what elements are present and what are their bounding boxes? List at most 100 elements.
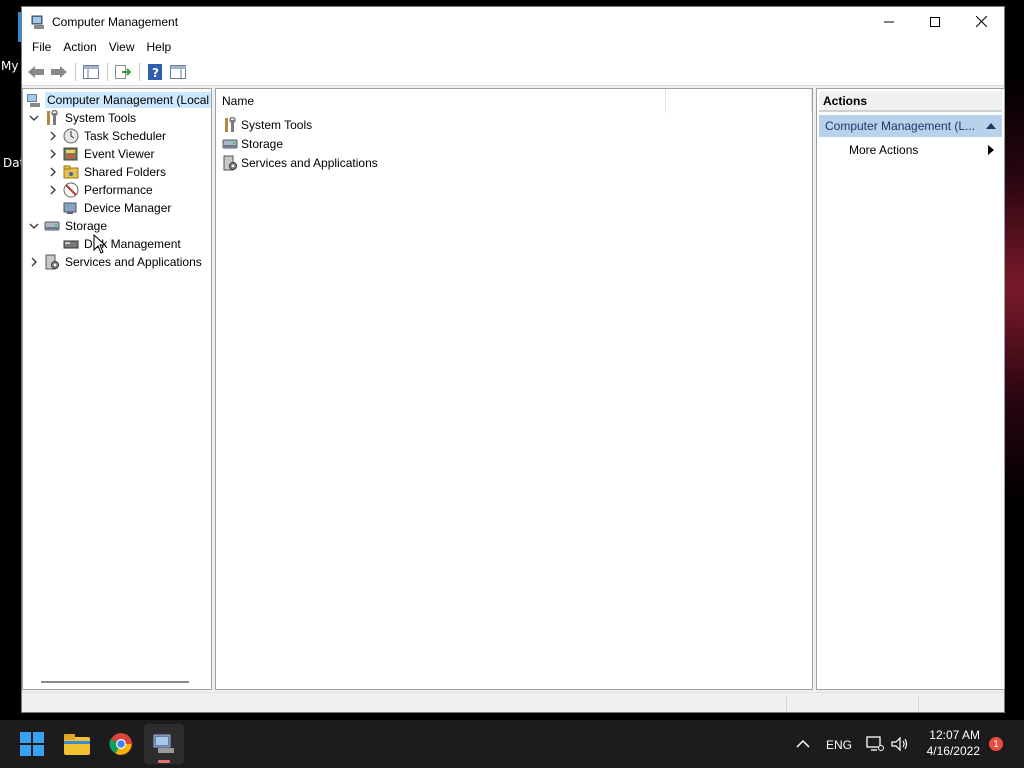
window-title: Computer Management [52,14,179,29]
network-icon[interactable] [866,736,884,752]
language-indicator[interactable]: ENG [826,738,852,752]
taskbar-chrome[interactable] [101,724,141,764]
tree-label: Device Manager [84,201,172,215]
computer-management-window: Computer Management File Action View Hel… [21,6,1005,713]
computer-management-icon [26,92,42,108]
tree-item-performance[interactable]: Performance [47,181,155,199]
start-button[interactable] [12,724,52,764]
tree-item-shared-folders[interactable]: Shared Folders [47,163,168,181]
collapsed-chevron-icon[interactable] [47,148,59,160]
collapse-up-icon[interactable] [986,122,996,129]
file-explorer-icon [64,734,90,755]
column-header-empty[interactable] [666,89,812,113]
collapsed-chevron-icon[interactable] [28,256,40,268]
export-list-icon [115,64,131,79]
help-button[interactable]: ? [144,61,166,83]
column-header-name[interactable]: Name [216,89,667,113]
title-bar[interactable]: Computer Management [22,7,1004,36]
actions-pane: Actions Computer Management (L... More A… [816,88,1005,690]
menu-help[interactable]: Help [141,40,178,54]
export-list-button[interactable] [112,61,134,83]
menu-action[interactable]: Action [57,40,102,54]
console-tree: Computer Management (Local System Tools … [22,88,212,690]
computer-management-icon [153,734,174,753]
notification-badge[interactable]: 1 [989,737,1003,751]
actions-section-label: Computer Management (L... [825,119,976,133]
show-hide-action-pane-button[interactable] [167,61,189,83]
expanded-chevron-icon[interactable] [28,112,40,124]
services-icon [44,254,60,270]
toolbar-separator [75,62,76,81]
submenu-arrow-icon [988,145,994,155]
disk-management-icon [63,236,79,252]
shared-folders-icon [63,164,79,180]
list-item-label: Storage [241,136,284,151]
actions-title: Actions [819,91,1002,112]
minimize-button[interactable] [866,7,912,36]
chrome-icon [109,733,132,755]
forward-button[interactable] [48,61,70,83]
close-icon [975,16,987,27]
horizontal-scrollbar[interactable] [41,681,189,683]
toolbar: ? [22,58,1004,86]
close-button[interactable] [958,7,1004,36]
tree-item-computer-management[interactable]: Computer Management (Local [26,91,211,109]
list-item-label: Services and Applications [241,155,378,170]
collapsed-chevron-icon[interactable] [47,184,59,196]
computer-management-icon [31,15,44,29]
services-icon [222,155,238,171]
menu-file[interactable]: File [26,40,57,54]
expanded-chevron-icon[interactable] [28,220,40,232]
event-viewer-icon [63,146,79,162]
tree-label: Shared Folders [84,165,167,179]
menu-bar: File Action View Help [22,36,1004,58]
back-button[interactable] [25,61,47,83]
list-item-system-tools[interactable]: System Tools [222,115,312,134]
list-item-storage[interactable]: Storage [222,134,283,153]
toolbar-separator [139,62,140,81]
clock-time: 12:07 AM [929,728,980,742]
menu-view[interactable]: View [103,40,141,54]
taskbar-file-explorer[interactable] [57,724,97,764]
list-item-services-and-applications[interactable]: Services and Applications [222,153,378,172]
status-bar [22,692,1004,712]
more-actions-label: More Actions [849,143,919,157]
status-bar-cell [786,695,918,711]
tree-label: Task Scheduler [84,129,167,143]
show-hidden-icons-chevron-icon[interactable] [796,739,810,748]
mouse-cursor-icon [93,234,107,254]
storage-icon [222,136,238,152]
performance-icon [63,182,79,198]
results-pane: Name System Tools Storage Services and A… [215,88,813,690]
tree-item-task-scheduler[interactable]: Task Scheduler [47,127,168,145]
more-actions-item[interactable]: More Actions [819,140,1002,160]
status-bar-cell [918,695,1004,711]
tree-item-disk-management[interactable]: Disk Management [63,235,183,253]
storage-icon [44,218,60,234]
list-header: Name [216,89,812,113]
tree-item-system-tools[interactable]: System Tools [28,109,138,127]
minimize-icon [884,21,894,22]
clock[interactable]: 12:07 AM 4/16/2022 [916,728,980,758]
tree-item-services-and-applications[interactable]: Services and Applications [28,253,204,271]
collapsed-chevron-icon[interactable] [47,130,59,142]
tree-item-device-manager[interactable]: Device Manager [63,199,173,217]
volume-icon[interactable] [891,736,909,752]
clock-date: 4/16/2022 [926,744,980,758]
taskbar-computer-management[interactable] [144,724,184,764]
collapsed-chevron-icon[interactable] [47,166,59,178]
maximize-icon [930,16,940,27]
tree-label: Services and Applications [65,255,202,269]
tree-item-storage[interactable]: Storage [28,217,109,235]
tree-item-event-viewer[interactable]: Event Viewer [47,145,156,163]
tree-label: Computer Management (Local [45,92,211,108]
system-tools-icon [222,116,238,133]
back-arrow-icon [28,65,44,78]
tree-label: Performance [84,183,153,197]
actions-section-header[interactable]: Computer Management (L... [819,115,1002,137]
notification-count: 1 [993,738,999,750]
show-hide-tree-button[interactable] [80,61,102,83]
maximize-button[interactable] [912,7,958,36]
forward-arrow-icon [51,65,67,78]
toolbar-separator [107,62,108,81]
